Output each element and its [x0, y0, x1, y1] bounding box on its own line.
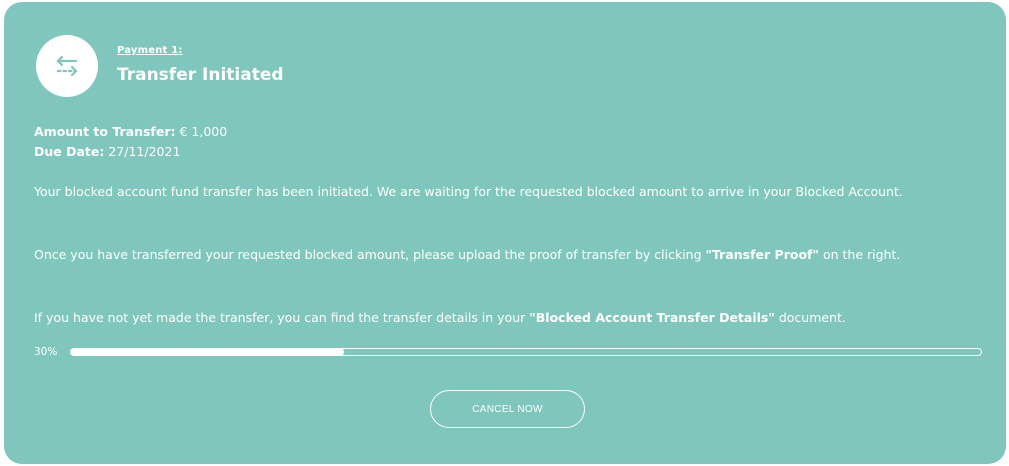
transfer-proof-reference: "Transfer Proof"	[705, 247, 820, 262]
upload-instruction: Once you have transferred your requested…	[34, 245, 979, 265]
due-date-row: Due Date: 27/11/2021	[34, 142, 227, 162]
status-message: Your blocked account fund transfer has b…	[34, 184, 903, 199]
cancel-now-button[interactable]: CANCEL NOW	[430, 390, 585, 428]
progress-percent: 30%	[34, 346, 58, 358]
due-date-label: Due Date:	[34, 144, 105, 159]
transfer-arrows-icon	[56, 55, 78, 77]
payment-number-link[interactable]: Payment 1:	[117, 45, 183, 56]
page-title: Transfer Initiated	[117, 65, 284, 85]
progress-bar-fill	[71, 348, 344, 356]
transfer-details-text: If you have not yet made the transfer, y…	[34, 310, 530, 325]
amount-value: € 1,000	[179, 124, 228, 139]
payment-status-card: Payment 1: Transfer Initiated Amount to …	[4, 2, 1006, 464]
amount-row: Amount to Transfer: € 1,000	[34, 122, 227, 142]
transfer-details-end: document.	[774, 310, 846, 325]
transfer-details-document-reference: "Blocked Account Transfer Details"	[529, 310, 775, 325]
amount-label: Amount to Transfer:	[34, 124, 176, 139]
upload-instruction-end: on the right.	[819, 247, 901, 262]
transfer-facts: Amount to Transfer: € 1,000 Due Date: 27…	[34, 122, 227, 162]
transfer-icon-badge	[36, 35, 98, 97]
progress-bar	[70, 348, 982, 356]
upload-instruction-text: Once you have transferred your requested…	[34, 247, 706, 262]
transfer-details-hint: If you have not yet made the transfer, y…	[34, 308, 979, 328]
due-date-value: 27/11/2021	[108, 144, 181, 159]
